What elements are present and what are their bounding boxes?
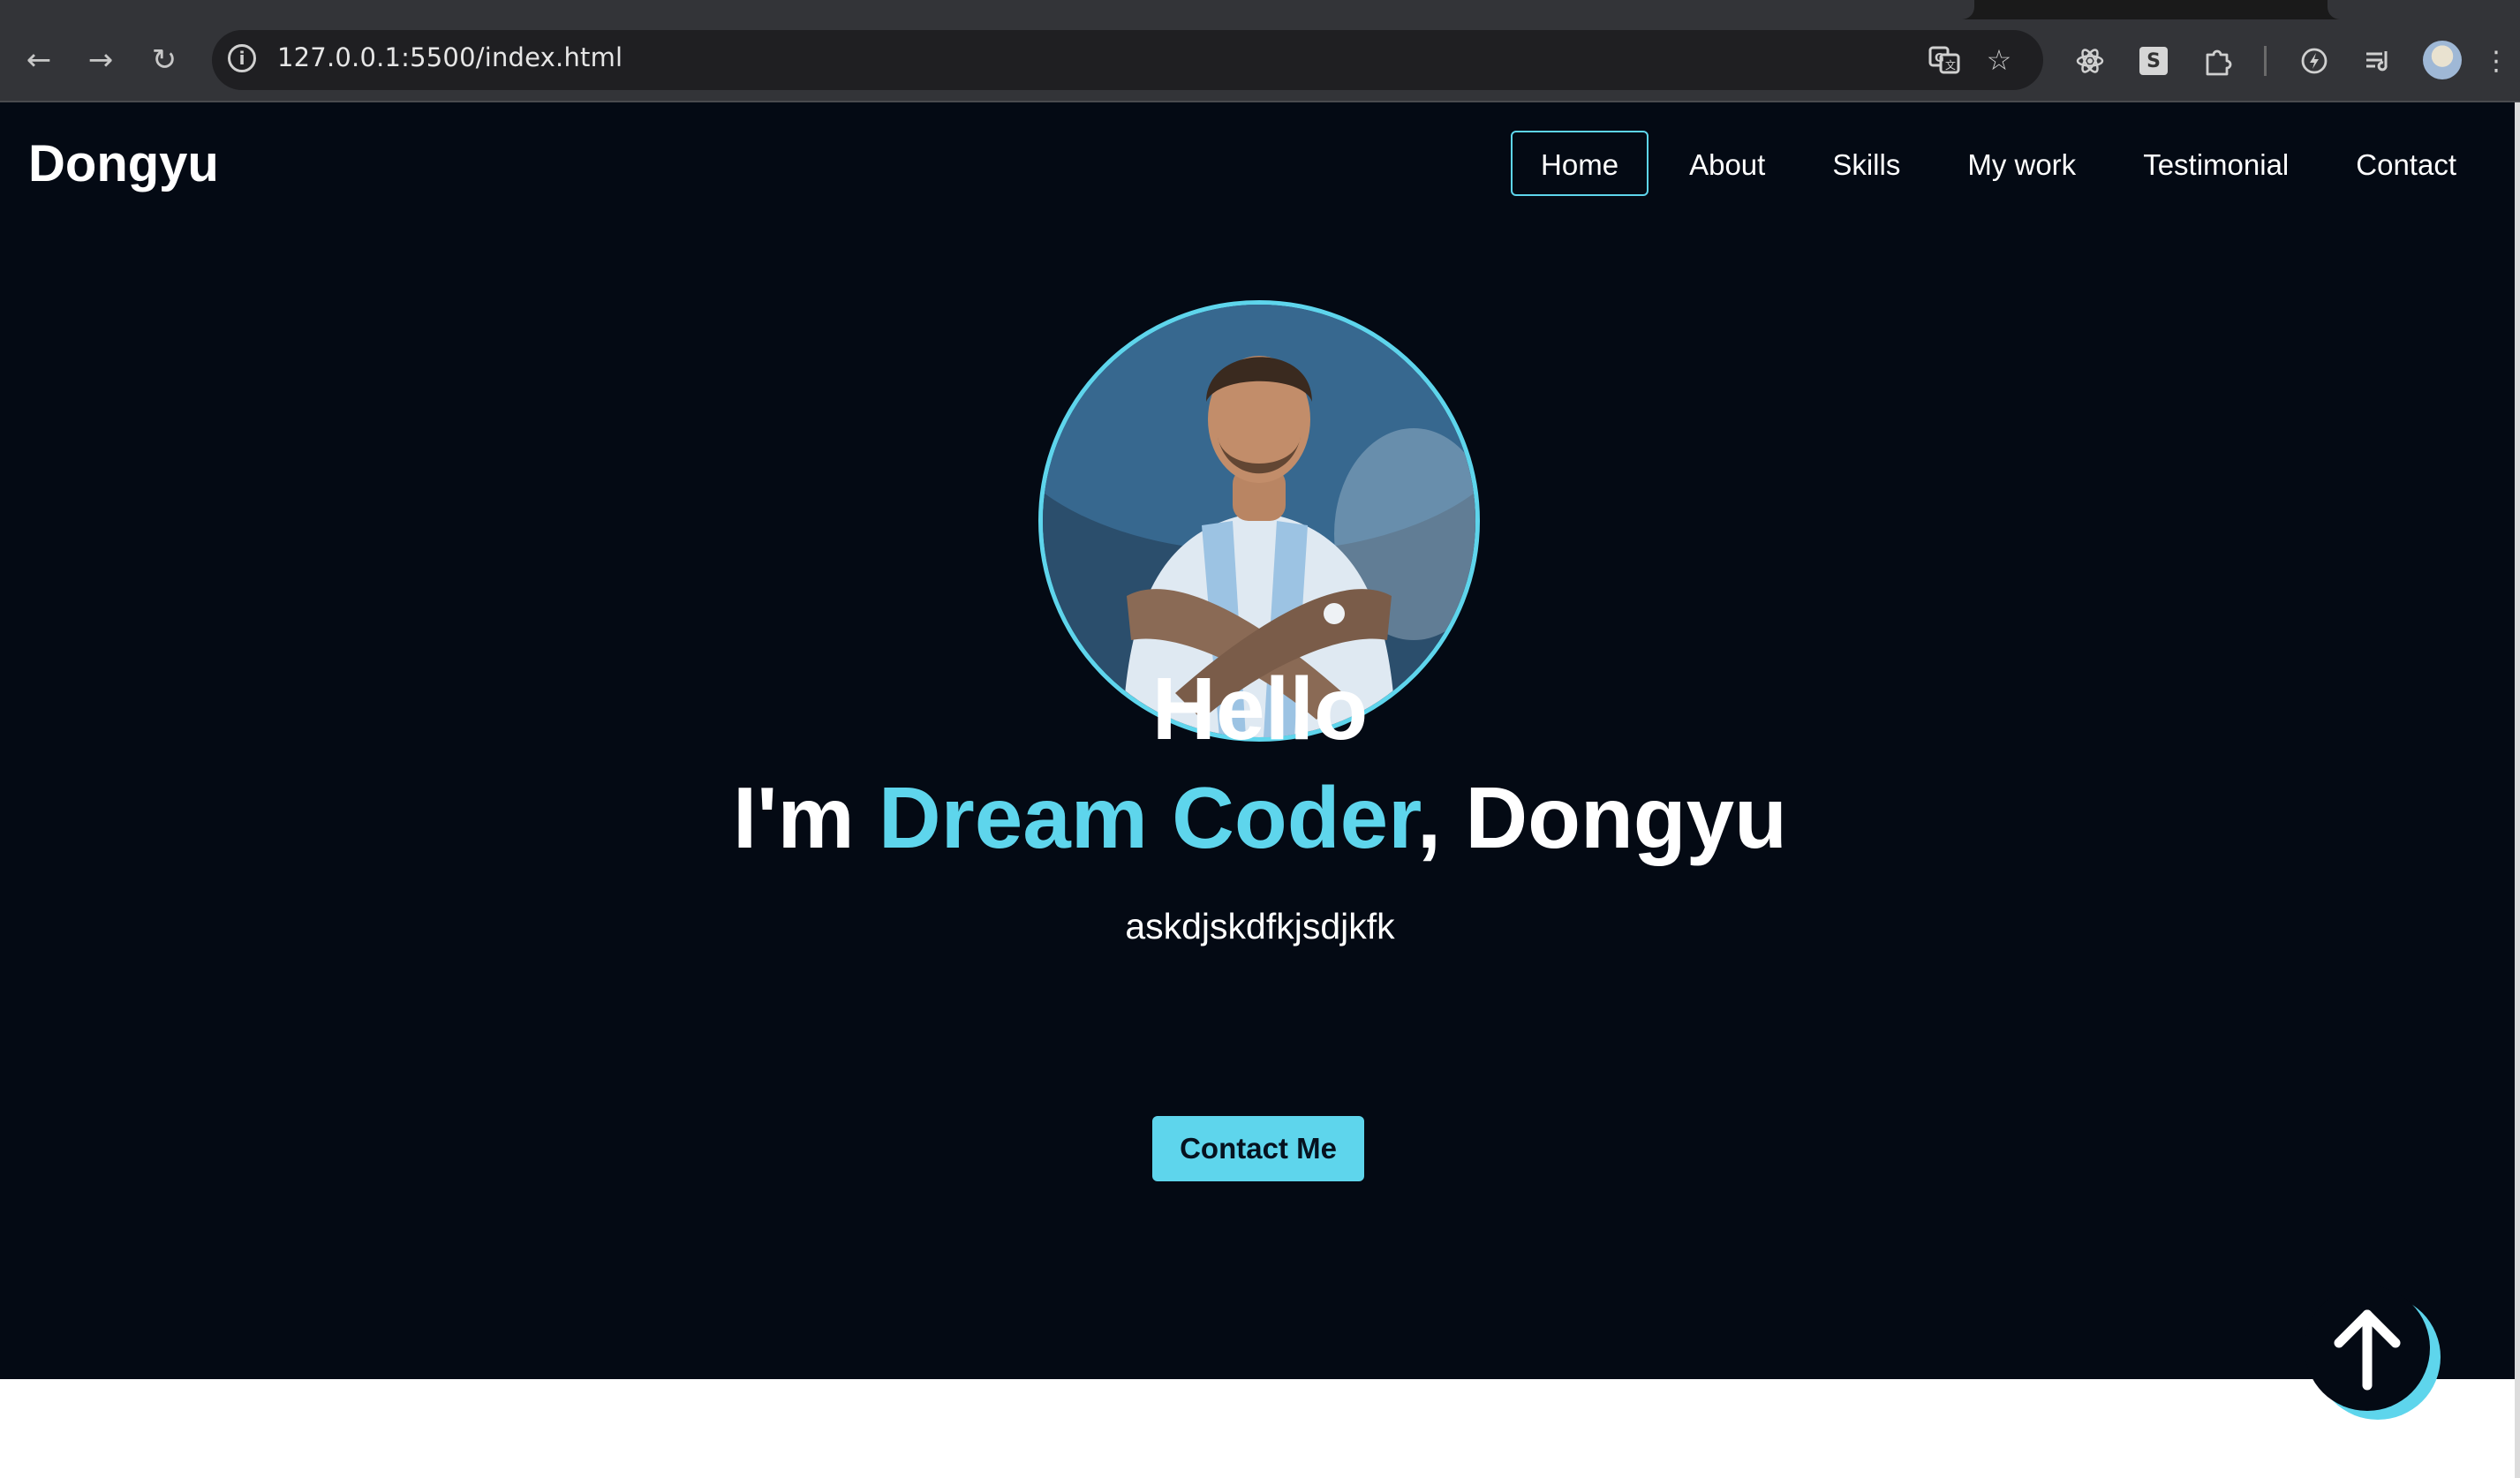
main-nav: Home About Skills My work Testimonial Co… (1511, 131, 2490, 196)
tab-strip (0, 0, 2520, 19)
contact-me-button[interactable]: Contact Me (1152, 1116, 1364, 1181)
star-icon[interactable]: ☆ (1981, 42, 2017, 78)
svg-text:G: G (1935, 52, 1944, 65)
hero-greeting: Hello (1151, 660, 1369, 758)
profile-avatar[interactable] (2423, 41, 2462, 79)
performance-icon[interactable] (2294, 41, 2335, 81)
address-bar[interactable]: i 127.0.0.1:5500/index.html G 文 ☆ (212, 30, 2043, 90)
nav-my-work[interactable]: My work (1934, 131, 2109, 196)
reading-list-icon[interactable] (2358, 41, 2398, 81)
s-extension-icon[interactable]: S (2133, 41, 2174, 81)
translate-icon[interactable]: G 文 (1927, 42, 1962, 78)
react-devtools-icon[interactable] (2070, 41, 2110, 81)
back-arrow-icon[interactable]: ← (18, 39, 60, 81)
s-extension-label: S (2139, 47, 2168, 75)
browser-toolbar: ← → ↻ i 127.0.0.1:5500/index.html G 文 ☆ … (0, 19, 2520, 102)
toolbar-divider (2264, 46, 2267, 76)
nav-skills[interactable]: Skills (1799, 131, 1934, 196)
reload-icon[interactable]: ↻ (143, 39, 185, 81)
nav-contact[interactable]: Contact (2322, 131, 2490, 196)
svg-text:文: 文 (1945, 58, 1956, 72)
forward-arrow-icon[interactable]: → (79, 39, 122, 81)
site-logo[interactable]: Dongyu (28, 134, 219, 193)
nav-testimonial[interactable]: Testimonial (2109, 131, 2322, 196)
new-tab-area[interactable] (2328, 0, 2520, 19)
intro-prefix: I'm (732, 769, 879, 866)
nav-about[interactable]: About (1656, 131, 1799, 196)
scroll-to-top-button[interactable] (2305, 1286, 2442, 1423)
portfolio-page: Dongyu Home About Skills My work Testimo… (0, 102, 2520, 1379)
intro-highlight: Dream Coder (878, 769, 1417, 866)
arrow-up-icon (2334, 1309, 2401, 1391)
info-icon[interactable]: i (228, 44, 256, 72)
nav-home[interactable]: Home (1511, 131, 1649, 196)
intro-suffix: , Dongyu (1416, 769, 1788, 866)
active-tab[interactable] (0, 0, 1974, 19)
puzzle-icon[interactable] (2197, 41, 2237, 81)
url-text[interactable]: 127.0.0.1:5500/index.html (277, 42, 622, 72)
page-scrollbar[interactable] (2515, 102, 2520, 1478)
hero-tagline: askdjskdfkjsdjkfk (1125, 906, 1395, 946)
scroll-to-top-circle[interactable] (2305, 1286, 2430, 1411)
kebab-menu-icon[interactable]: ⋮ (2483, 41, 2509, 81)
hero-intro: I'm Dream Coder, Dongyu (0, 768, 2520, 868)
